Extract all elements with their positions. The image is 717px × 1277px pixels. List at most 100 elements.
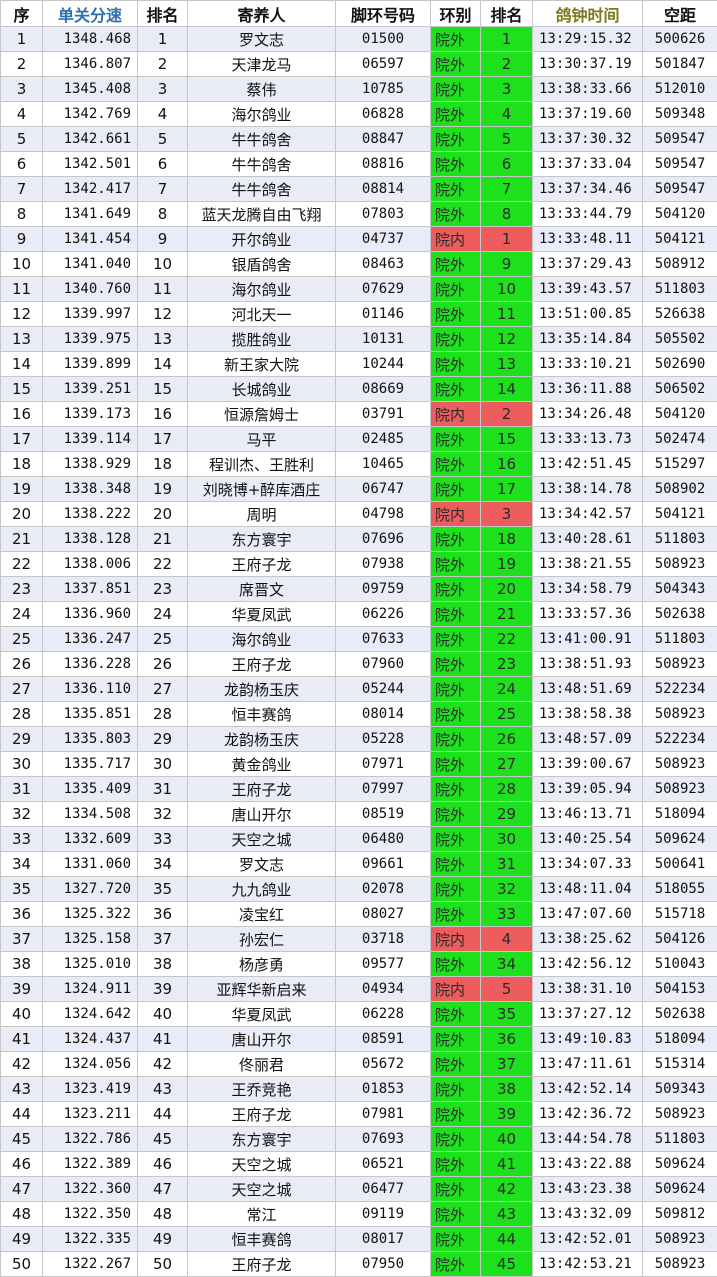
table-row[interactable]: 121339.99712河北天一01146院外1113:51:00.855266… <box>1 302 717 327</box>
cell-clock-time: 13:37:29.43 <box>533 252 643 277</box>
table-row[interactable]: 211338.12821东方寰宇07696院外1813:40:28.615118… <box>1 527 717 552</box>
cell-speed: 1322.267 <box>43 1252 138 1277</box>
table-row[interactable]: 351327.72035九九鸽业02078院外3213:48:11.045180… <box>1 877 717 902</box>
header-ring-no[interactable]: 脚环号码 <box>336 1 431 27</box>
table-row[interactable]: 131339.97513揽胜鸽业10131院外1213:35:14.845055… <box>1 327 717 352</box>
cell-distance: 508923 <box>643 552 717 577</box>
header-clock-time[interactable]: 鸽钟时间 <box>533 1 643 27</box>
table-row[interactable]: 451322.78645东方寰宇07693院外4013:44:54.785118… <box>1 1127 717 1152</box>
cell-clock-time: 13:38:21.55 <box>533 552 643 577</box>
cell-distance: 509547 <box>643 152 717 177</box>
cell-seq: 26 <box>1 652 43 677</box>
table-row[interactable]: 141339.89914新王家大院10244院外1313:33:10.21502… <box>1 352 717 377</box>
cell-owner: 席晋文 <box>188 577 336 602</box>
table-row[interactable]: 31345.4083蔡伟10785院外313:38:33.66512010 <box>1 77 717 102</box>
table-row[interactable]: 101341.04010银盾鸽舍08463院外913:37:29.4350891… <box>1 252 717 277</box>
cell-speed: 1338.929 <box>43 452 138 477</box>
cell-owner: 开尔鸽业 <box>188 227 336 252</box>
cell-rank2: 23 <box>481 652 533 677</box>
table-row[interactable]: 271336.11027龙韵杨玉庆05244院外2413:48:51.69522… <box>1 677 717 702</box>
table-row[interactable]: 61342.5016牛牛鸽舍08816院外613:37:33.04509547 <box>1 152 717 177</box>
cell-rank2: 30 <box>481 827 533 852</box>
table-row[interactable]: 481322.35048常江09119院外4313:43:32.09509812 <box>1 1202 717 1227</box>
cell-ring-type: 院内 <box>431 227 481 252</box>
cell-rank2: 27 <box>481 752 533 777</box>
table-row[interactable]: 91341.4549开尔鸽业04737院内113:33:48.11504121 <box>1 227 717 252</box>
cell-seq: 4 <box>1 102 43 127</box>
cell-rank: 3 <box>138 77 188 102</box>
cell-distance: 504120 <box>643 402 717 427</box>
table-row[interactable]: 51342.6615牛牛鸽舍08847院外513:37:30.32509547 <box>1 127 717 152</box>
table-row[interactable]: 281335.85128恒丰赛鸽08014院外2513:38:58.385089… <box>1 702 717 727</box>
cell-speed: 1322.335 <box>43 1227 138 1252</box>
cell-ring-type: 院外 <box>431 652 481 677</box>
cell-ring-no: 08847 <box>336 127 431 152</box>
cell-ring-type: 院外 <box>431 52 481 77</box>
cell-clock-time: 13:42:56.12 <box>533 952 643 977</box>
cell-owner: 海尔鸽业 <box>188 102 336 127</box>
table-row[interactable]: 391324.91139亚辉华新启来04934院内513:38:31.10504… <box>1 977 717 1002</box>
table-row[interactable]: 231337.85123席晋文09759院外2013:34:58.7950434… <box>1 577 717 602</box>
cell-seq: 43 <box>1 1077 43 1102</box>
table-row[interactable]: 361325.32236凌宝红08027院外3313:47:07.6051571… <box>1 902 717 927</box>
header-speed[interactable]: 单关分速 <box>43 1 138 27</box>
table-row[interactable]: 441323.21144王府子龙07981院外3913:42:36.725089… <box>1 1102 717 1127</box>
table-row[interactable]: 371325.15837孙宏仁03718院内413:38:25.62504126 <box>1 927 717 952</box>
cell-rank2: 31 <box>481 852 533 877</box>
table-row[interactable]: 461322.38946天空之城06521院外4113:43:22.885096… <box>1 1152 717 1177</box>
header-rank[interactable]: 排名 <box>138 1 188 27</box>
table-row[interactable]: 251336.24725海尔鸽业07633院外2213:41:00.915118… <box>1 627 717 652</box>
cell-clock-time: 13:40:25.54 <box>533 827 643 852</box>
table-row[interactable]: 301335.71730黄金鸽业07971院外2713:39:00.675089… <box>1 752 717 777</box>
table-row[interactable]: 421324.05642佟丽君05672院外3713:47:11.6151531… <box>1 1052 717 1077</box>
table-row[interactable]: 11348.4681罗文志01500院外113:29:15.32500626 <box>1 27 717 52</box>
header-seq[interactable]: 序 <box>1 1 43 27</box>
table-row[interactable]: 171339.11417马平02485院外1513:33:13.73502474 <box>1 427 717 452</box>
table-row[interactable]: 181338.92918程训杰、王胜利10465院外1613:42:51.455… <box>1 452 717 477</box>
table-row[interactable]: 471322.36047天空之城06477院外4213:43:23.385096… <box>1 1177 717 1202</box>
header-rank2[interactable]: 排名 <box>481 1 533 27</box>
table-row[interactable]: 21346.8072天津龙马06597院外213:30:37.19501847 <box>1 52 717 77</box>
cell-owner: 蓝天龙腾自由飞翔 <box>188 202 336 227</box>
cell-rank: 13 <box>138 327 188 352</box>
cell-clock-time: 13:33:13.73 <box>533 427 643 452</box>
cell-seq: 3 <box>1 77 43 102</box>
table-row[interactable]: 111340.76011海尔鸽业07629院外1013:39:43.575118… <box>1 277 717 302</box>
table-row[interactable]: 381325.01038杨彦勇09577院外3413:42:56.1251004… <box>1 952 717 977</box>
cell-owner: 罗文志 <box>188 852 336 877</box>
table-row[interactable]: 401324.64240华夏凤武06228院外3513:37:27.125026… <box>1 1002 717 1027</box>
header-distance[interactable]: 空距 <box>643 1 717 27</box>
table-row[interactable]: 241336.96024华夏凤武06226院外2113:33:57.365026… <box>1 602 717 627</box>
table-row[interactable]: 261336.22826王府子龙07960院外2313:38:51.935089… <box>1 652 717 677</box>
table-row[interactable]: 161339.17316恒源詹姆士03791院内213:34:26.485041… <box>1 402 717 427</box>
cell-rank2: 36 <box>481 1027 533 1052</box>
table-row[interactable]: 191338.34819刘晓博+醉库酒庄06747院外1713:38:14.78… <box>1 477 717 502</box>
cell-clock-time: 13:42:36.72 <box>533 1102 643 1127</box>
table-row[interactable]: 431323.41943王乔竞艳01853院外3813:42:52.145093… <box>1 1077 717 1102</box>
cell-seq: 7 <box>1 177 43 202</box>
table-row[interactable]: 291335.80329龙韵杨玉庆05228院外2613:48:57.09522… <box>1 727 717 752</box>
table-row[interactable]: 331332.60933天空之城06480院外3013:40:25.545096… <box>1 827 717 852</box>
cell-owner: 王府子龙 <box>188 1252 336 1277</box>
table-row[interactable]: 201338.22220周明04798院内313:34:42.57504121 <box>1 502 717 527</box>
table-row[interactable]: 221338.00622王府子龙07938院外1913:38:21.555089… <box>1 552 717 577</box>
table-row[interactable]: 321334.50832唐山开尔08519院外2913:46:13.715180… <box>1 802 717 827</box>
table-row[interactable]: 341331.06034罗文志09661院外3113:34:07.3350064… <box>1 852 717 877</box>
cell-seq: 47 <box>1 1177 43 1202</box>
cell-seq: 48 <box>1 1202 43 1227</box>
cell-clock-time: 13:37:30.32 <box>533 127 643 152</box>
table-row[interactable]: 411324.43741唐山开尔08591院外3613:49:10.835180… <box>1 1027 717 1052</box>
table-row[interactable]: 311335.40931王府子龙07997院外2813:39:05.945089… <box>1 777 717 802</box>
cell-owner: 河北天一 <box>188 302 336 327</box>
table-row[interactable]: 81341.6498蓝天龙腾自由飞翔07803院外813:33:44.79504… <box>1 202 717 227</box>
cell-rank2: 9 <box>481 252 533 277</box>
header-owner[interactable]: 寄养人 <box>188 1 336 27</box>
table-row[interactable]: 71342.4177牛牛鸽舍08814院外713:37:34.46509547 <box>1 177 717 202</box>
table-row[interactable]: 491322.33549恒丰赛鸽08017院外4413:42:52.015089… <box>1 1227 717 1252</box>
table-row[interactable]: 501322.26750王府子龙07950院外4513:42:53.215089… <box>1 1252 717 1277</box>
cell-seq: 2 <box>1 52 43 77</box>
table-row[interactable]: 151339.25115长城鸽业08669院外1413:36:11.885065… <box>1 377 717 402</box>
header-ring-type[interactable]: 环别 <box>431 1 481 27</box>
table-row[interactable]: 41342.7694海尔鸽业06828院外413:37:19.60509348 <box>1 102 717 127</box>
cell-ring-type: 院外 <box>431 1102 481 1127</box>
